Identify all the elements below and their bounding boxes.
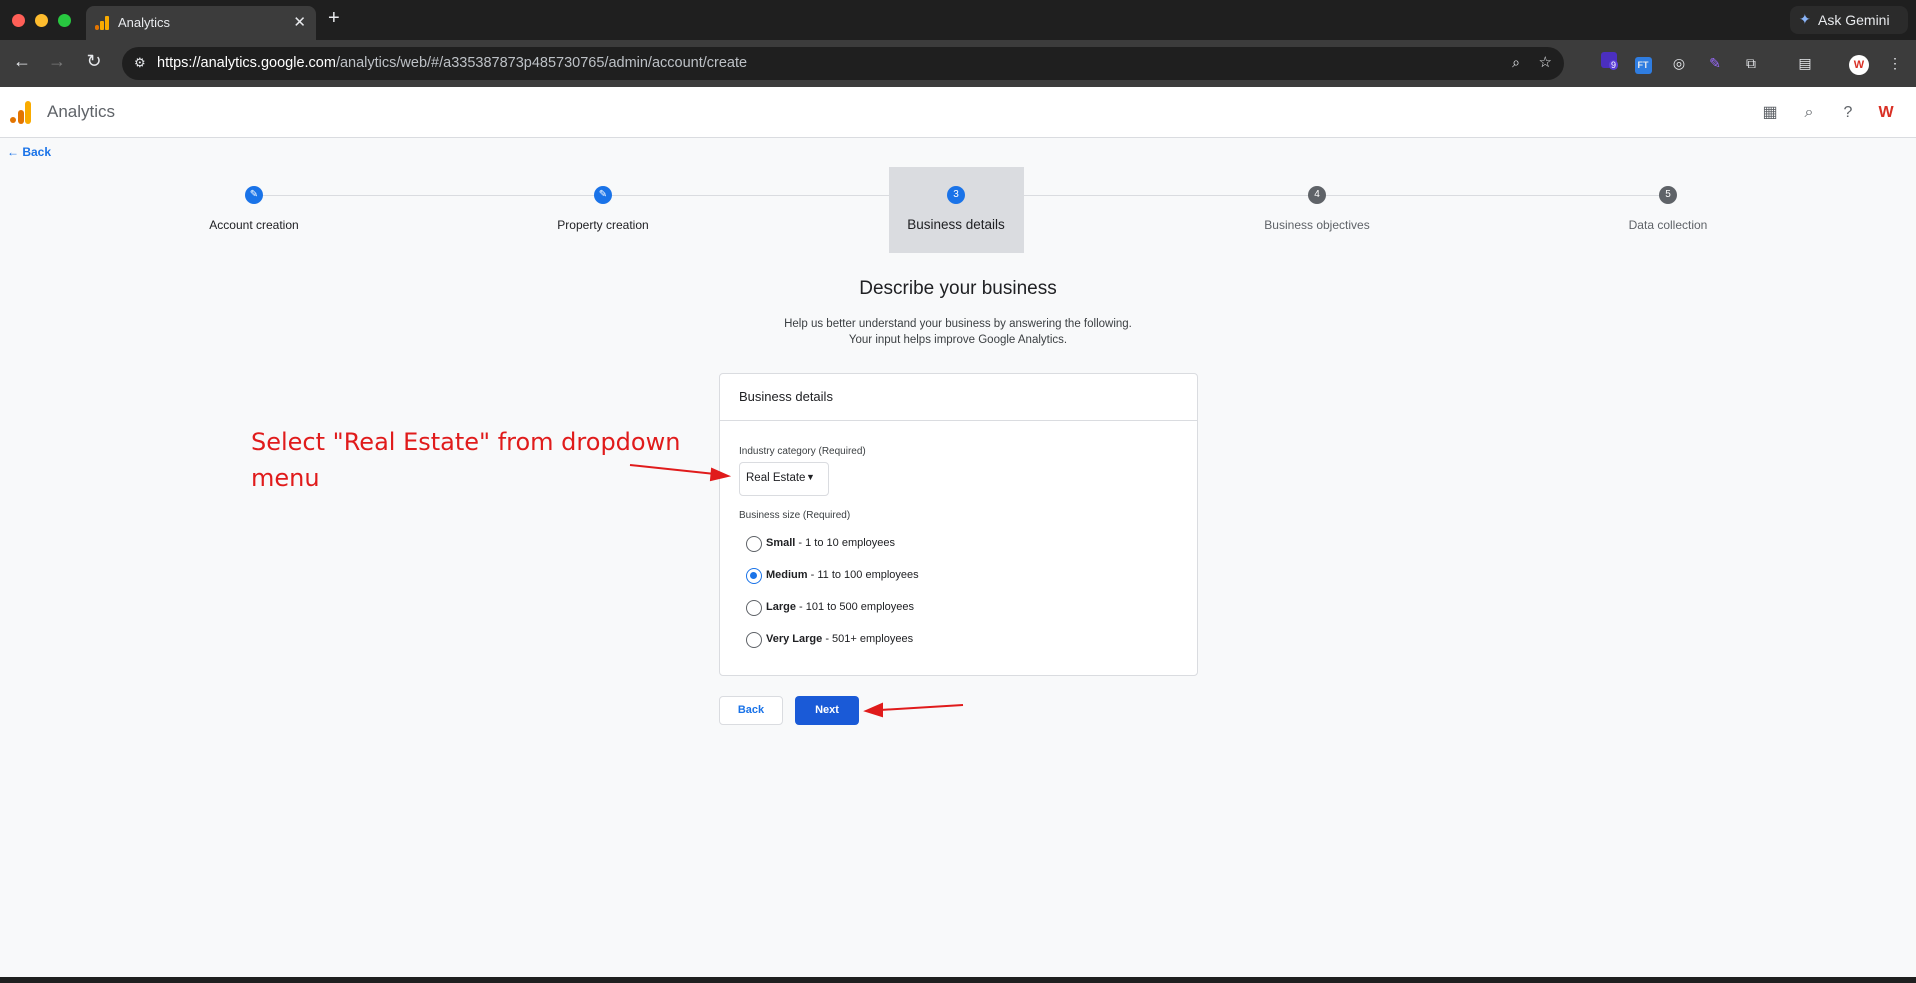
help-icon[interactable]: ? [1836,101,1860,125]
zoom-icon[interactable]: ⌕ [1512,54,1520,71]
step-5-number: 5 [1659,186,1677,204]
extension-icon[interactable]: 9 [1598,52,1620,74]
radio-large[interactable] [746,600,762,616]
size-desc: - 501+ employees [822,633,914,645]
step-1-done-icon: ✎ [245,186,263,204]
analytics-favicon-icon [95,16,109,30]
browser-tab[interactable]: Analytics ✕ [86,6,316,40]
step-label-account-creation: Account creation [209,218,299,232]
zoom-window-button[interactable] [58,14,71,27]
step-3-number: 3 [947,186,965,204]
site-settings-icon[interactable]: ⚙ [134,55,146,71]
analytics-logo-icon [10,101,31,124]
size-name: Very Large [766,633,823,645]
arrow-left-icon: ← [7,145,23,159]
target-extension-icon[interactable]: ◎ [1668,52,1690,74]
arrowhead-next [863,702,883,718]
subtitle-line-2: Your input helps improve Google Analytic… [848,334,1068,346]
page-title: Describe your business [859,278,1057,299]
plus-icon[interactable]: + [328,7,340,30]
extension-badge: 9 [1609,60,1619,70]
caret-down-icon: ▼ [806,472,815,482]
size-desc: - 101 to 500 employees [795,601,914,613]
avatar[interactable]: W [1848,52,1870,75]
browser-tab-bar: Analytics ✕ + ✦ Ask Gemini [0,0,1916,40]
browser-toolbar: ← → ↻ ⚙ https://analytics.google.com/ana… [0,40,1916,87]
tab-title: Analytics [118,15,171,30]
account-avatar-icon[interactable]: W [1874,101,1898,125]
side-panel-icon[interactable]: ▤ [1794,52,1816,74]
subtitle-line-1: Help us better understand your business … [784,318,1132,330]
size-desc: - 11 to 100 employees [807,569,919,581]
reload-icon[interactable]: ↻ [82,51,106,72]
current-step-highlight [889,167,1024,253]
app-header: Analytics ▦ ⌕ ? W [0,87,1916,138]
business-details-card: Business details Industry category (Requ… [719,373,1198,676]
ft-extension-icon[interactable]: FT [1632,52,1654,74]
ask-gemini-label: Ask Gemini [1818,12,1890,28]
step-4-number: 4 [1308,186,1326,204]
gemini-sparkle-icon: ✦ [1799,11,1811,27]
forward-arrow-icon[interactable]: → [45,51,69,72]
back-button[interactable]: Back [719,696,783,725]
back-link[interactable]: ← Back [7,145,51,159]
annotation-text: Select "Real Estate" from dropdown menu [251,428,681,492]
step-label-property-creation: Property creation [557,218,649,232]
size-name: Small [766,537,796,549]
minimize-window-button[interactable] [35,14,48,27]
window-bottom-edge [0,977,1916,983]
close-window-button[interactable] [12,14,25,27]
url-path: /analytics/web/#/a335387873p485730765/ad… [335,55,748,71]
url-host: https://analytics.google.com [157,55,336,71]
arrow-to-next [879,704,964,711]
radio-very-large[interactable] [746,632,762,648]
address-bar[interactable]: ⚙ https://analytics.google.com/analytics… [122,47,1564,80]
step-label-data-collection: Data collection [1628,218,1708,232]
industry-category-dropdown[interactable]: Real Estate ▼ [739,462,829,496]
url-text: https://analytics.google.com/analytics/w… [157,55,747,71]
industry-category-value: Real Estate [746,472,806,484]
search-insights-icon[interactable]: ⌕ [1797,101,1821,125]
bookmark-star-icon[interactable]: ☆ [1539,53,1552,71]
back-link-label: Back [22,145,52,159]
step-label-business-objectives: Business objectives [1264,218,1370,232]
next-button[interactable]: Next [795,696,859,725]
browser-menu-icon[interactable]: ⋮ [1884,52,1906,74]
radio-small[interactable] [746,536,762,552]
close-tab-icon[interactable]: ✕ [293,13,306,31]
industry-category-label: Industry category (Required) [739,446,866,457]
ask-gemini-button[interactable]: ✦ Ask Gemini [1790,6,1908,34]
card-title: Business details [739,389,833,404]
step-label-business-details: Business details [907,217,1005,232]
size-name: Large [766,601,796,613]
business-size-label: Business size (Required) [739,510,851,521]
card-header: Business details [720,374,1197,421]
back-arrow-icon[interactable]: ← [10,51,34,72]
puzzle-extensions-icon[interactable]: ⧉ [1740,52,1762,74]
size-name: Medium [766,569,808,581]
step-2-done-icon: ✎ [594,186,612,204]
feather-extension-icon[interactable]: ✎ [1704,52,1726,74]
radio-medium[interactable] [746,568,762,584]
size-desc: - 1 to 10 employees [795,537,896,549]
app-title: Analytics [47,102,116,121]
apps-grid-icon[interactable]: ▦ [1758,101,1782,125]
